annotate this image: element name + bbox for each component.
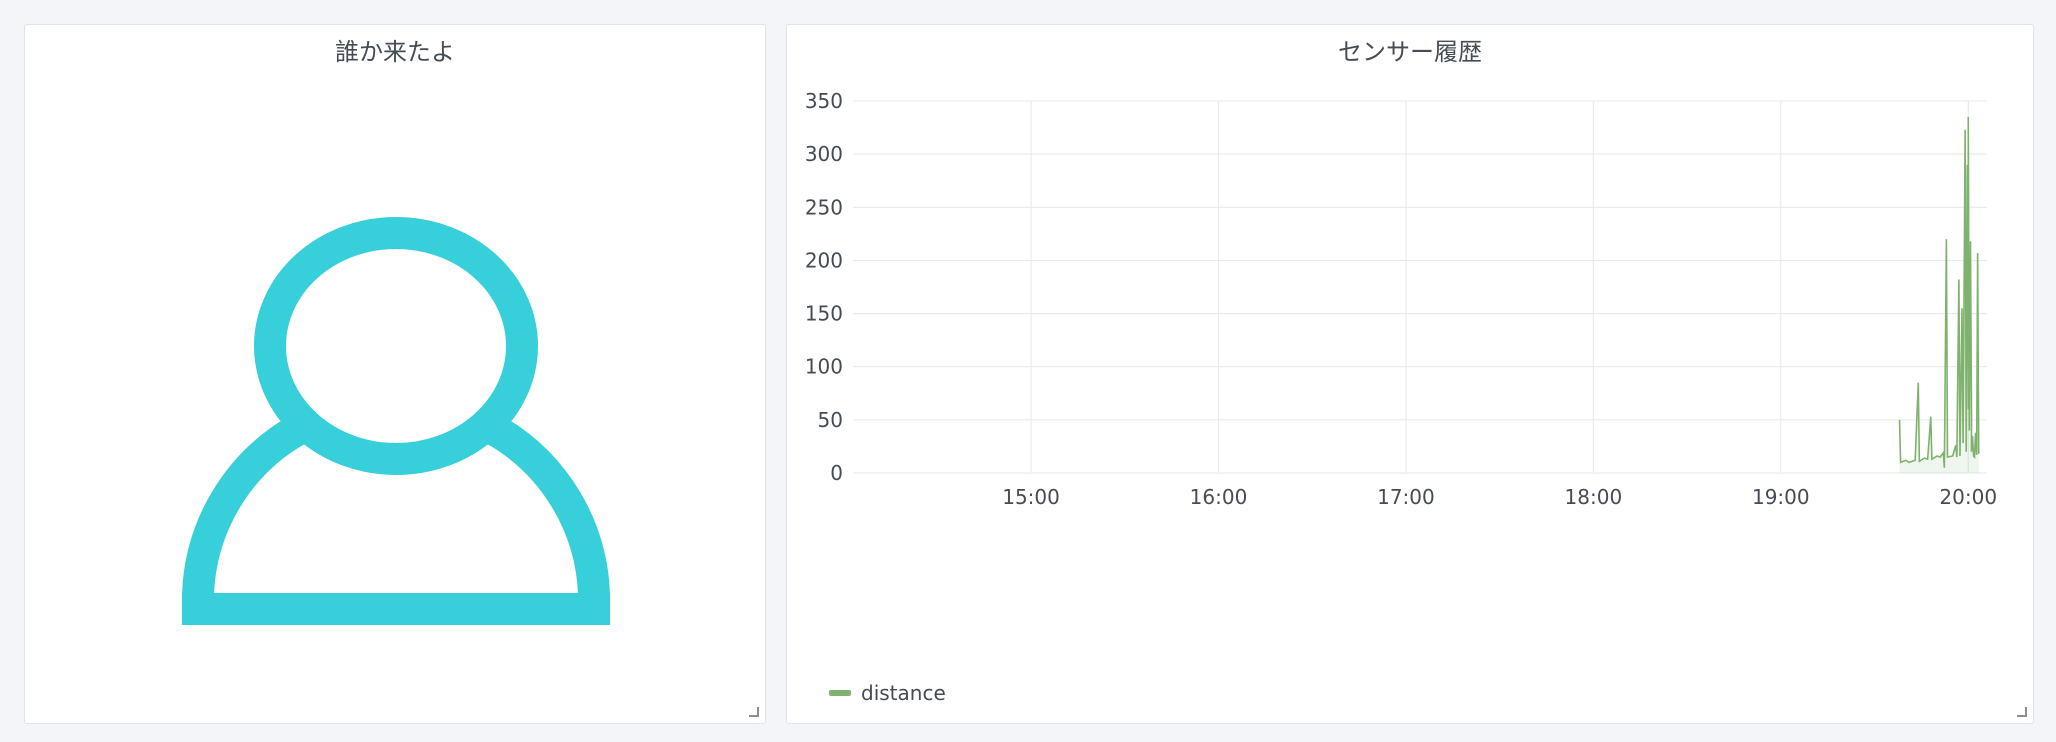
panel-visitor: 誰か来たよ bbox=[24, 24, 766, 724]
panel-title-sensor: センサー履歴 bbox=[1338, 38, 1482, 66]
y-tick-label: 50 bbox=[818, 408, 843, 432]
x-tick-label: 18:00 bbox=[1565, 485, 1623, 509]
resize-handle[interactable] bbox=[749, 707, 759, 717]
x-tick-label: 20:00 bbox=[1939, 485, 1997, 509]
resize-handle[interactable] bbox=[2017, 707, 2027, 717]
series-line-distance bbox=[1898, 116, 1980, 468]
y-tick-label: 200 bbox=[805, 248, 843, 272]
y-tick-label: 0 bbox=[830, 461, 843, 485]
panel-sensor-history: 0 50 100 150 200 250 300 350 15:00 16:00 17:00 18:0… bbox=[786, 24, 2034, 724]
y-tick-label: 150 bbox=[805, 302, 843, 326]
panel-title-visitor: 誰か来たよ bbox=[335, 38, 455, 66]
y-tick-label: 100 bbox=[805, 355, 843, 379]
y-tick-label: 350 bbox=[805, 89, 843, 113]
legend-swatch-distance bbox=[829, 690, 851, 696]
y-tick-label: 300 bbox=[805, 142, 843, 166]
x-tick-label: 16:00 bbox=[1190, 485, 1248, 509]
y-tick-label: 250 bbox=[805, 195, 843, 219]
chart-legend[interactable]: distance bbox=[829, 681, 946, 705]
sensor-chart: 0 50 100 150 200 250 300 350 15:00 16:00 17:00 18:0… bbox=[805, 89, 1997, 509]
x-tick-label: 19:00 bbox=[1752, 485, 1810, 509]
x-tick-label: 15:00 bbox=[1002, 485, 1060, 509]
x-tick-label: 17:00 bbox=[1377, 485, 1435, 509]
legend-label-distance[interactable]: distance bbox=[861, 681, 946, 705]
person-icon bbox=[181, 189, 611, 629]
